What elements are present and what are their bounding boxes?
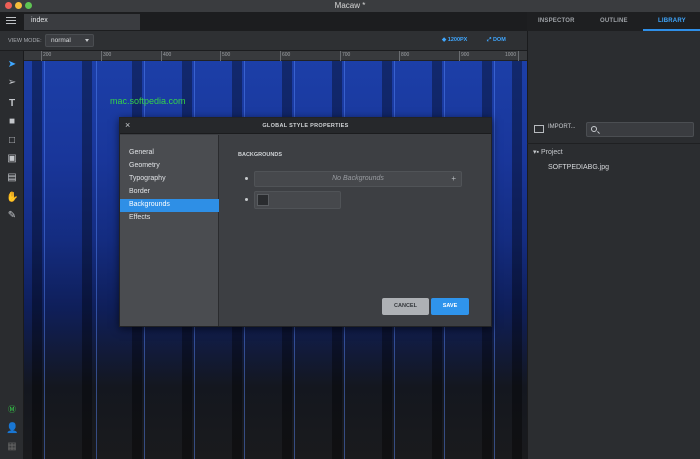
text-tool-icon[interactable]: T [6, 98, 18, 110]
backgrounds-list[interactable]: No Backgrounds + [254, 171, 462, 187]
eyedropper-icon[interactable]: ✎ [6, 210, 18, 222]
view-mode-label: VIEW MODE: [8, 38, 42, 44]
ruler-label: 500 [222, 52, 231, 58]
person-icon[interactable]: 👤 [6, 423, 18, 435]
global-style-properties-dialog: × GLOBAL STYLE PROPERTIES General Geomet… [119, 117, 492, 327]
project-folder[interactable]: ▾▪ Project [533, 148, 563, 156]
canvas-toolbar: VIEW MODE: normal ◆ 1200PX ⤢ DOM [0, 31, 527, 51]
sidebar-item-border[interactable]: Border [120, 186, 219, 199]
ellipse-tool-icon[interactable]: □ [6, 135, 18, 147]
breakpoint-label: 1200PX [447, 37, 468, 43]
ruler-label: 700 [342, 52, 351, 58]
pen-tool-icon[interactable]: ▤ [6, 172, 18, 184]
view-mode-value: normal [51, 37, 71, 44]
ruler-label: 300 [103, 52, 112, 58]
ruler-label: 600 [282, 52, 291, 58]
import-button[interactable]: IMPORT... [548, 124, 576, 130]
select-arrow-icon[interactable]: ➤ [6, 59, 18, 71]
image-tool-icon[interactable]: ▣ [6, 153, 18, 165]
section-title: BACKGROUNDS [238, 152, 282, 158]
dialog-title: GLOBAL STYLE PROPERTIES [262, 123, 349, 129]
rectangle-tool-icon[interactable]: ■ [6, 116, 18, 128]
ruler-label: 400 [163, 52, 172, 58]
ruler-label: 800 [401, 52, 410, 58]
folder-icon: ▾▪ [533, 149, 541, 156]
settings-icon[interactable]: ▦ [6, 441, 18, 453]
library-panel [527, 31, 700, 459]
horizontal-ruler: 200 300 400 500 600 700 800 900 1000 [24, 51, 527, 61]
tool-palette: ➤ ➢ T ■ □ ▣ ▤ ✋ ✎ Ⓜ 👤 ▦ [0, 51, 24, 459]
ruler-label: 1000 [505, 52, 517, 58]
ruler-label: 900 [461, 52, 470, 58]
menu-icon[interactable] [6, 17, 16, 25]
background-image-field[interactable] [254, 191, 341, 209]
library-search-input[interactable] [586, 122, 694, 137]
chevron-down-icon [85, 39, 89, 42]
dom-label: DOM [492, 37, 506, 43]
cancel-button[interactable]: CANCEL [382, 298, 429, 315]
no-backgrounds-text: No Backgrounds [332, 175, 384, 182]
hand-tool-icon[interactable]: ✋ [6, 192, 18, 204]
search-icon [591, 126, 597, 132]
view-mode-select[interactable]: normal [45, 34, 94, 47]
bullet-icon [245, 177, 248, 180]
sidebar-item-typography[interactable]: Typography [120, 173, 219, 186]
project-label: Project [540, 149, 563, 156]
sidebar-item-effects[interactable]: Effects [120, 212, 219, 225]
library-file-item[interactable]: SOFTPEDIABG.jpg [548, 164, 609, 171]
dialog-sidebar: General Geometry Typography Border Backg… [120, 135, 219, 326]
tab-index[interactable]: index [24, 14, 140, 30]
site-heading-text[interactable]: mac.softpedia.com [110, 96, 186, 106]
bullet-icon [245, 198, 248, 201]
import-icon [534, 125, 544, 133]
background-swatch[interactable] [257, 194, 269, 206]
window-title: Macaw * [334, 1, 366, 10]
sidebar-item-geometry[interactable]: Geometry [120, 160, 219, 173]
ruler-label: 200 [43, 52, 52, 58]
title-bar: Macaw * [0, 0, 700, 12]
sidebar-item-general[interactable]: General [120, 147, 219, 160]
sidebar-item-backgrounds[interactable]: Backgrounds [120, 199, 219, 212]
tab-library[interactable]: LIBRARY [658, 18, 686, 24]
tab-outline[interactable]: OUTLINE [600, 18, 628, 24]
direct-select-icon[interactable]: ➢ [6, 77, 18, 89]
breakpoint-indicator[interactable]: ◆ 1200PX [442, 37, 467, 43]
tab-inspector[interactable]: INSPECTOR [538, 18, 575, 24]
dialog-header: × GLOBAL STYLE PROPERTIES [120, 118, 491, 134]
dom-toggle[interactable]: ⤢ DOM [487, 37, 506, 44]
user-m-icon[interactable]: Ⓜ [6, 404, 18, 416]
document-tab-bar: index [0, 12, 527, 31]
save-button[interactable]: SAVE [431, 298, 469, 315]
divider [527, 143, 700, 144]
plus-icon[interactable]: + [451, 174, 456, 183]
